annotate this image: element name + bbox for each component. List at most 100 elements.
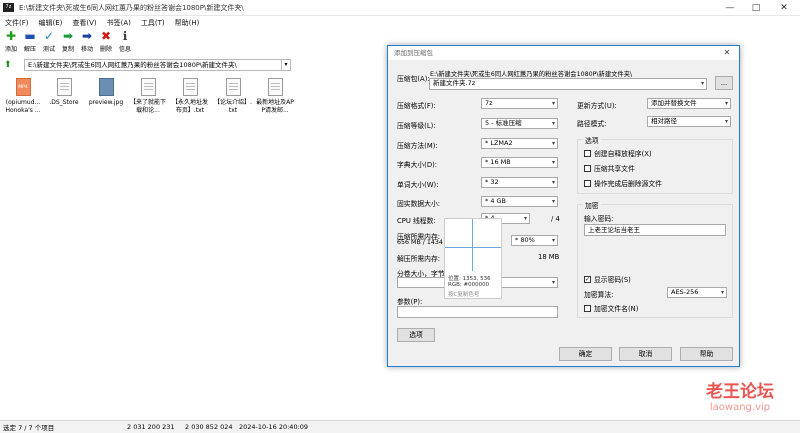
format-select[interactable]: 7z ▾: [481, 98, 558, 109]
file-item[interactable]: .DS_Store: [45, 78, 83, 107]
archive-name-value: 新建文件夹.7z: [433, 79, 476, 87]
address-input[interactable]: E:\新建文件夹\死或生6同人网红蕙乃果的粉丝答谢会1080P\新建文件夹\: [24, 59, 282, 71]
solid-label: 固实数据大小:: [397, 200, 441, 208]
text-file-icon: [140, 78, 156, 96]
file-name: 【论坛介绍】.txt: [214, 99, 252, 114]
chevron-down-icon: ▾: [523, 215, 527, 222]
encrypt-method-select[interactable]: AES-256 ▾: [667, 287, 727, 298]
menu-view[interactable]: 查看(V): [72, 18, 96, 28]
mem-pct-value: * 80%: [515, 236, 535, 244]
toolbar-add-button[interactable]: ✚ 添加: [3, 30, 19, 56]
address-dropdown[interactable]: ▾: [282, 59, 291, 71]
toolbar-copy-button[interactable]: ➡ 复制: [60, 30, 76, 56]
pathmode-label: 路径模式:: [577, 120, 607, 128]
decomp-label: 解压所需内存:: [397, 255, 441, 263]
pathmode-select[interactable]: 相对路径 ▾: [647, 116, 731, 127]
toolbar-label: 移动: [80, 46, 93, 53]
file-item[interactable]: 【永久地址发布页】.txt: [171, 78, 209, 115]
solid-value: * 4 GB: [485, 197, 507, 205]
maximize-button[interactable]: □: [744, 0, 768, 16]
toolbar-test-button[interactable]: ✓ 测试: [41, 30, 57, 56]
info-icon: ℹ: [122, 29, 128, 43]
cancel-button[interactable]: 取消: [619, 347, 672, 361]
format-value: 7z: [485, 99, 493, 107]
status-packed: 2 030 852 024: [185, 423, 233, 431]
chevron-down-icon: ▾: [551, 120, 555, 127]
file-item[interactable]: 【论坛介绍】.txt: [214, 78, 252, 115]
text-file-icon: [182, 78, 198, 96]
file-item[interactable]: 最新地址及APP请发邮...: [256, 78, 294, 115]
help-button[interactable]: 帮助: [680, 347, 733, 361]
toolbar-info-button[interactable]: ℹ 信息: [117, 30, 133, 56]
file-item[interactable]: preview.jpg: [87, 78, 125, 107]
cpu-label: CPU 线程数:: [397, 217, 436, 225]
encrypt-method-value: AES-256: [671, 288, 699, 296]
text-file-icon: [267, 78, 283, 96]
chevron-down-icon: ▾: [551, 198, 555, 205]
picker-hint: 按C复制色号: [448, 292, 480, 298]
chevron-down-icon: ▾: [551, 237, 555, 244]
options-button[interactable]: 选项: [397, 328, 435, 342]
title-bar: 7z E:\新建文件夹\死或生6同人网红蕙乃果的粉丝答谢会1080P\新建文件夹…: [0, 0, 800, 16]
toolbar-label: 复制: [61, 46, 74, 53]
file-name: (opiumud... Honoka's ...: [5, 99, 41, 114]
word-select[interactable]: * 32 ▾: [481, 177, 558, 188]
file-name: preview.jpg: [88, 99, 124, 106]
params-input[interactable]: [397, 306, 558, 318]
watermark-title: 老王论坛: [706, 382, 774, 402]
password-value: 上老王论坛当老王: [588, 226, 640, 234]
encrypt-method-label: 加密算法:: [584, 291, 614, 299]
format-label: 压缩格式(F):: [397, 102, 436, 110]
checkbox-box: [584, 179, 591, 187]
menu-file[interactable]: 文件(F): [5, 18, 29, 28]
ok-button[interactable]: 确定: [559, 347, 612, 361]
status-selected: 选定 7 / 7 个项目: [3, 424, 55, 432]
level-value: 5 - 标准压缩: [485, 119, 522, 127]
show-password-checkbox[interactable]: ✓ 显示密码(S): [584, 274, 631, 284]
shared-label: 压缩共享文件: [594, 165, 635, 173]
encrypt-names-checkbox[interactable]: 加密文件名(N): [584, 303, 638, 313]
shared-checkbox[interactable]: 压缩共享文件: [584, 163, 635, 173]
level-select[interactable]: 5 - 标准压缩 ▾: [481, 118, 558, 129]
chevron-down-icon: ▾: [700, 80, 704, 87]
browse-button[interactable]: ...: [715, 76, 733, 90]
chevron-down-icon: ▾: [551, 279, 555, 286]
toolbar-label: 添加: [4, 46, 17, 53]
menu-help[interactable]: 帮助(H): [175, 18, 200, 28]
toolbar-delete-button[interactable]: ✖ 删除: [98, 30, 114, 56]
menu-tools[interactable]: 工具(T): [141, 18, 165, 28]
dict-label: 字典大小(D):: [397, 161, 438, 169]
dialog-close-button[interactable]: ✕: [715, 46, 739, 60]
sfx-checkbox[interactable]: 创建自释放程序(X): [584, 148, 652, 158]
mem-pct-select[interactable]: * 80% ▾: [511, 235, 558, 246]
delete-checkbox[interactable]: 操作完成后删除源文件: [584, 178, 662, 188]
file-item[interactable]: MP4 (opiumud... Honoka's ...: [4, 78, 42, 115]
update-value: 添加并替换文件: [651, 99, 697, 107]
update-select[interactable]: 添加并替换文件 ▾: [647, 98, 731, 109]
chevron-down-icon: ▾: [720, 289, 724, 296]
crosshair-vertical: [472, 219, 473, 271]
minimize-button[interactable]: —: [718, 0, 742, 16]
toolbar-move-button[interactable]: ➡ 移动: [79, 30, 95, 56]
menu-bookmarks[interactable]: 书签(A): [107, 18, 131, 28]
archive-path: E:\新建文件夹\死或生6同人网红蕙乃果的粉丝答谢会1080P\新建文件夹\: [430, 71, 633, 78]
file-name: 最新地址及APP请发邮...: [256, 99, 294, 114]
method-select[interactable]: * LZMA2 ▾: [481, 138, 558, 149]
solid-select[interactable]: * 4 GB ▾: [481, 196, 558, 207]
status-size: 2 031 200 231: [127, 423, 175, 431]
toolbar-extract-button[interactable]: ▬ 解压: [22, 30, 38, 56]
word-label: 单词大小(W):: [397, 181, 439, 189]
folder-up-icon[interactable]: ⬆: [4, 60, 16, 71]
file-name: 【永久地址发布页】.txt: [171, 99, 208, 114]
video-file-icon: MP4: [15, 78, 31, 96]
status-bar: 选定 7 / 7 个项目 2 031 200 231 2 030 852 024…: [0, 420, 800, 433]
password-input[interactable]: 上老王论坛当老王: [584, 224, 726, 236]
close-button[interactable]: ✕: [772, 0, 796, 16]
dict-select[interactable]: * 16 MB ▾: [481, 157, 558, 168]
zoom-preview: [445, 219, 501, 271]
watermark-url: laowang.vip: [709, 402, 771, 413]
file-name: 【来了就能下载和论...: [129, 99, 166, 114]
file-item[interactable]: 【来了就能下载和论...: [129, 78, 167, 115]
menu-edit[interactable]: 编辑(E): [39, 18, 63, 28]
archive-name-field[interactable]: 新建文件夹.7z ▾: [429, 78, 707, 90]
